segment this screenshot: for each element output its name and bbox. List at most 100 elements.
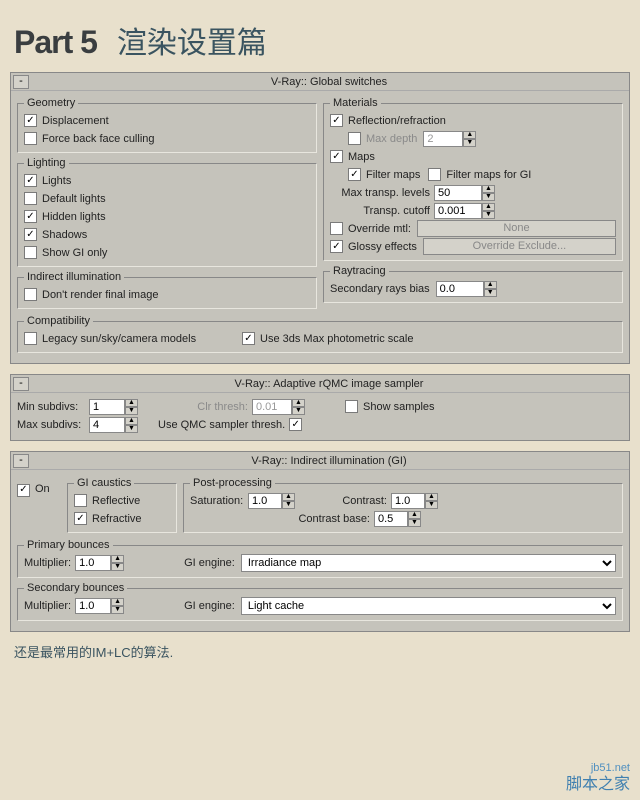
spinner-up-icon[interactable]: ▲ <box>484 281 497 289</box>
spinner-down-icon[interactable]: ▼ <box>125 425 138 433</box>
checkbox-reflective[interactable] <box>74 494 87 507</box>
legend-compat: Compatibility <box>24 315 93 327</box>
button-override-none[interactable]: None <box>417 220 616 237</box>
checkbox-force-back[interactable] <box>24 132 37 145</box>
rollout-title: V-Ray:: Indirect illumination (GI) <box>29 455 629 467</box>
input-saturation[interactable] <box>248 493 282 509</box>
legend-geometry: Geometry <box>24 97 78 109</box>
checkbox-override-mtl[interactable] <box>330 222 343 235</box>
spinner-down-icon[interactable]: ▼ <box>463 139 476 147</box>
rollout-collapse-button[interactable]: - <box>13 454 29 468</box>
label-refl-refr: Reflection/refraction <box>348 115 446 127</box>
spinner-up-icon[interactable]: ▲ <box>125 399 138 407</box>
spinner-up-icon[interactable]: ▲ <box>425 493 438 501</box>
legend-caustics: GI caustics <box>74 477 134 489</box>
spinner-down-icon[interactable]: ▼ <box>484 289 497 297</box>
spinner-down-icon[interactable]: ▼ <box>282 501 295 509</box>
input-max-subdivs[interactable] <box>89 417 125 433</box>
checkbox-filter-maps[interactable] <box>348 168 361 181</box>
checkbox-refl-refr[interactable] <box>330 114 343 127</box>
spinner-up-icon[interactable]: ▲ <box>482 185 495 193</box>
input-contrast-base[interactable] <box>374 511 408 527</box>
group-raytracing: Raytracing Secondary rays bias ▲▼ <box>323 265 623 303</box>
label-show-gi: Show GI only <box>42 247 107 259</box>
checkbox-maps[interactable] <box>330 150 343 163</box>
legend-primary: Primary bounces <box>24 539 113 551</box>
checkbox-show-gi[interactable] <box>24 246 37 259</box>
label-gi-on: On <box>35 483 50 495</box>
select-primary-engine[interactable]: Irradiance map <box>241 554 616 572</box>
checkbox-gi-on[interactable] <box>17 484 30 497</box>
label-max-subdivs: Max subdivs: <box>17 419 89 431</box>
checkbox-use-qmc[interactable] <box>289 418 302 431</box>
spinner-down-icon[interactable]: ▼ <box>292 407 305 415</box>
legend-lighting: Lighting <box>24 157 69 169</box>
checkbox-legacy[interactable] <box>24 332 37 345</box>
spinner-down-icon[interactable]: ▼ <box>408 519 421 527</box>
group-indirect: Indirect illumination Don't render final… <box>17 271 317 309</box>
spinner-up-icon[interactable]: ▲ <box>408 511 421 519</box>
checkbox-max-depth[interactable] <box>348 132 361 145</box>
watermark-name: 脚本之家 <box>566 775 630 794</box>
spinner-up-icon[interactable]: ▲ <box>125 417 138 425</box>
page-header: Part 5 渲染设置篇 <box>0 0 640 72</box>
label-contrast-base: Contrast base: <box>298 513 370 525</box>
spinner-up-icon[interactable]: ▲ <box>463 131 476 139</box>
checkbox-filter-gi[interactable] <box>428 168 441 181</box>
spinner-down-icon[interactable]: ▼ <box>482 211 495 219</box>
input-clr-thresh[interactable] <box>252 399 292 415</box>
label-default-lights: Default lights <box>42 193 106 205</box>
input-max-depth[interactable] <box>423 131 463 147</box>
group-materials: Materials Reflection/refraction Max dept… <box>323 97 623 261</box>
group-primary-bounces: Primary bounces Multiplier: ▲▼ GI engine… <box>17 539 623 578</box>
spinner-down-icon[interactable]: ▼ <box>425 501 438 509</box>
checkbox-photometric[interactable] <box>242 332 255 345</box>
rollout-collapse-button[interactable]: - <box>13 75 29 89</box>
spinner-up-icon[interactable]: ▲ <box>282 493 295 501</box>
group-secondary-bounces: Secondary bounces Multiplier: ▲▼ GI engi… <box>17 582 623 621</box>
rollout-collapse-button[interactable]: - <box>13 377 29 391</box>
label-use-qmc: Use QMC sampler thresh. <box>158 419 285 431</box>
input-secondary-mult[interactable] <box>75 598 111 614</box>
group-gi-caustics: GI caustics Reflective Refractive <box>67 477 177 533</box>
spinner-up-icon[interactable]: ▲ <box>111 555 124 563</box>
spinner-down-icon[interactable]: ▼ <box>482 193 495 201</box>
checkbox-lights[interactable] <box>24 174 37 187</box>
label-transp-cut: Transp. cutoff <box>330 205 430 217</box>
checkbox-displacement[interactable] <box>24 114 37 127</box>
label-legacy: Legacy sun/sky/camera models <box>42 333 242 345</box>
select-secondary-engine[interactable]: Light cache <box>241 597 616 615</box>
checkbox-glossy[interactable] <box>330 240 343 253</box>
spinner-up-icon[interactable]: ▲ <box>111 598 124 606</box>
checkbox-hidden-lights[interactable] <box>24 210 37 223</box>
label-photometric: Use 3ds Max photometric scale <box>260 333 413 345</box>
checkbox-shadows[interactable] <box>24 228 37 241</box>
input-sec-rays[interactable] <box>436 281 484 297</box>
spinner-up-icon[interactable]: ▲ <box>482 203 495 211</box>
spinner-down-icon[interactable]: ▼ <box>125 407 138 415</box>
input-primary-mult[interactable] <box>75 555 111 571</box>
group-lighting: Lighting Lights Default lights Hidden li… <box>17 157 317 267</box>
watermark-url: jb51.net <box>566 762 630 775</box>
checkbox-default-lights[interactable] <box>24 192 37 205</box>
label-force-back: Force back face culling <box>42 133 155 145</box>
label-maps: Maps <box>348 151 375 163</box>
label-lights: Lights <box>42 175 71 187</box>
spinner-down-icon[interactable]: ▼ <box>111 606 124 614</box>
input-max-transp[interactable] <box>434 185 482 201</box>
spinner-down-icon[interactable]: ▼ <box>111 563 124 571</box>
label-dont-render: Don't render final image <box>42 289 158 301</box>
input-contrast[interactable] <box>391 493 425 509</box>
rollout-title: V-Ray:: Adaptive rQMC image sampler <box>29 378 629 390</box>
input-min-subdivs[interactable] <box>89 399 125 415</box>
label-min-subdivs: Min subdivs: <box>17 401 89 413</box>
label-sec-rays: Secondary rays bias <box>330 283 430 295</box>
button-override-exclude[interactable]: Override Exclude... <box>423 238 616 255</box>
checkbox-show-samples[interactable] <box>345 400 358 413</box>
legend-secondary: Secondary bounces <box>24 582 127 594</box>
label-primary-mult: Multiplier: <box>24 557 71 569</box>
checkbox-refractive[interactable] <box>74 512 87 525</box>
input-transp-cut[interactable] <box>434 203 482 219</box>
checkbox-dont-render[interactable] <box>24 288 37 301</box>
spinner-up-icon[interactable]: ▲ <box>292 399 305 407</box>
